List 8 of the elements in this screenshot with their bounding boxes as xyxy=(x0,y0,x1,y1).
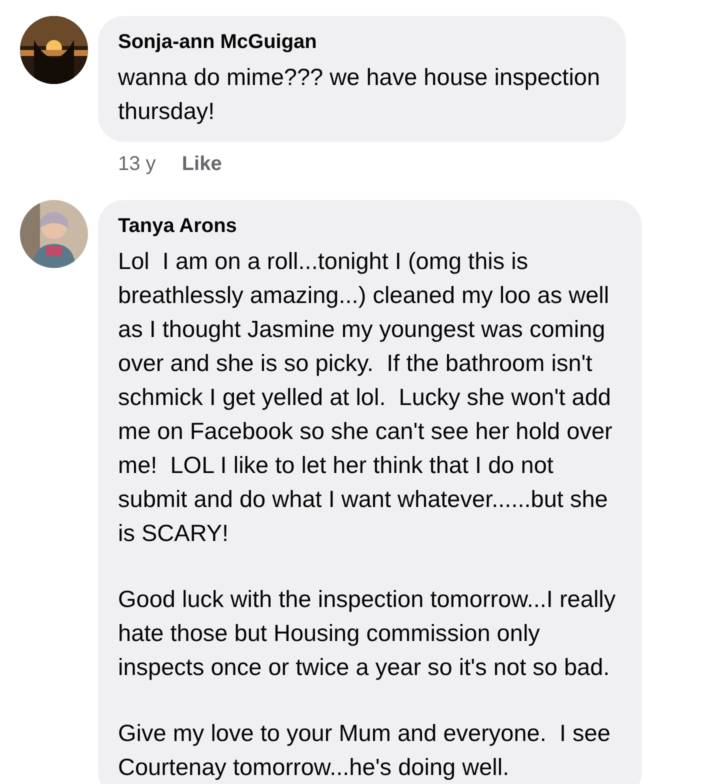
comment-text: Lol I am on a roll...tonight I (omg this is breathlessly amazing...) cleaned my loo as well as I thought Jasmine my youngest was coming over and she is so picky. If the bathroom isn't schmick I get yelled at lol. Lucky she won't add me on Facebook so she can't see her hold over me! LOL I like to let her think that I do not submit and do what I want whatever......but she is SCARY! xyxy=(118,247,612,548)
timestamp: 13 y xyxy=(118,152,156,177)
like-link[interactable]: Like xyxy=(182,149,222,179)
author-name[interactable]: Sonja-ann McGuigan xyxy=(118,28,317,56)
comment-text: wanna do mime??? we have house inspection thursday! xyxy=(118,63,600,126)
author-name[interactable]: Tanya Arons xyxy=(118,212,237,240)
comment-text: Good luck with the inspection tomorrow...I really hate those but Housing commission only inspects once or twice a year so it's not so bad. xyxy=(118,585,616,682)
comment-text: Give my love to your Mum and everyone. I see Courtenay tomorrow...he's doing well. xyxy=(118,719,610,782)
